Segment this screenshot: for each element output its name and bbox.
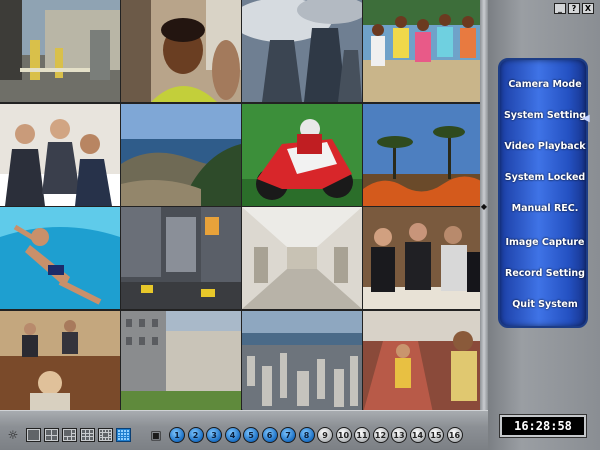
camera-channel-button-10[interactable]: 10	[335, 427, 352, 443]
brightness-icon[interactable]: ☼	[6, 428, 20, 442]
camera-channel-buttons: 1 2 3 4 5 6 7 8 9 10 11 12 13 14 15 16	[169, 427, 463, 443]
close-button[interactable]: X	[582, 3, 594, 14]
camera-view-3[interactable]	[242, 0, 362, 103]
menu-image-capture[interactable]: Image Capture	[500, 232, 590, 254]
layout-quad-button[interactable]	[44, 428, 59, 442]
camera-channel-button-7[interactable]: 7	[280, 427, 296, 443]
conference-room-scene	[0, 310, 120, 413]
camera-view-13[interactable]	[0, 310, 120, 414]
layout-thirteen-button[interactable]	[98, 428, 113, 442]
corridor-scene	[242, 207, 362, 309]
menu-system-locked[interactable]: System Locked	[500, 167, 590, 189]
camera-channel-button-14[interactable]: 14	[409, 427, 426, 443]
menu-quit-system[interactable]: Quit System	[500, 294, 590, 316]
layout-nine-button[interactable]	[80, 428, 95, 442]
group-beach-scene	[363, 0, 483, 102]
camera-channel-button-1[interactable]: 1	[169, 427, 185, 443]
layout-single-button[interactable]	[26, 428, 41, 442]
menu-record-setting[interactable]: Record Setting	[500, 263, 590, 285]
camera-channel-button-9[interactable]: 9	[317, 427, 333, 443]
camera-view-2[interactable]	[121, 0, 241, 103]
help-button[interactable]: ?	[568, 3, 580, 14]
building-plaza-scene	[121, 310, 241, 413]
camera-view-10[interactable]	[121, 207, 241, 310]
window-controls: _ ? X	[554, 3, 594, 14]
menu-selection-pointer-icon: ◀	[582, 113, 590, 124]
camera-view-12[interactable]	[363, 207, 483, 310]
camera-channel-button-8[interactable]: 8	[298, 427, 315, 443]
system-clock: 16:28:58	[499, 414, 587, 438]
industrial-gate-scene	[0, 0, 120, 102]
main-menu: Camera Mode System Setting Video Playbac…	[498, 58, 588, 328]
menu-video-playback[interactable]: Video Playback	[500, 136, 590, 158]
layout-six-button[interactable]	[62, 428, 77, 442]
bus-interior-scene	[363, 310, 483, 413]
camera-channel-button-11[interactable]: 11	[354, 427, 370, 443]
camera-view-11[interactable]	[242, 207, 362, 310]
bottom-toolbar: ☼ ▣ 1 2 3 4 5 6 7 8 9 10 11 12 13 14 15 16	[0, 410, 488, 450]
dvr-app: ◆ ▲ ☼ ▣ 12345678910111213141516 _ ? X Ca…	[0, 0, 600, 450]
camera-channel-button-16[interactable]: 16	[446, 427, 463, 443]
swimmer-scene	[0, 207, 120, 309]
layout-sixteen-button[interactable]	[116, 428, 131, 442]
camera-view-5[interactable]	[0, 103, 120, 207]
camera-channel-button-13[interactable]: 13	[391, 427, 407, 443]
camera-view-7[interactable]	[242, 103, 362, 207]
camera-view-9[interactable]	[0, 207, 120, 310]
camera-view-14[interactable]	[121, 310, 241, 414]
menu-camera-mode[interactable]: Camera Mode	[500, 74, 590, 96]
camera-view-16[interactable]	[363, 310, 483, 414]
cooling-towers-scene	[242, 0, 362, 102]
camera-channel-button-12[interactable]: 12	[372, 427, 389, 443]
camera-view-15[interactable]	[242, 310, 362, 414]
camera-view-8[interactable]	[363, 103, 483, 207]
business-meeting-scene	[0, 103, 120, 206]
camera-channel-button-6[interactable]: 6	[261, 427, 278, 443]
splitter-arrows-icon[interactable]: ◆	[480, 202, 488, 212]
minimize-button[interactable]: _	[554, 3, 566, 14]
camera-icon: ▣	[150, 428, 162, 442]
camera-view-1[interactable]	[0, 0, 120, 103]
city-street-scene	[121, 207, 241, 309]
menu-system-setting[interactable]: System Setting	[500, 105, 590, 127]
camera-view-4[interactable]	[363, 0, 483, 103]
camera-channel-button-2[interactable]: 2	[187, 427, 204, 443]
camera-channel-button-4[interactable]: 4	[224, 427, 241, 443]
coastline-scene	[121, 103, 241, 206]
camera-channel-button-3[interactable]: 3	[206, 427, 222, 443]
layout-selector	[26, 428, 131, 442]
aerial-city-scene	[242, 310, 362, 413]
camera-channel-button-5[interactable]: 5	[243, 427, 259, 443]
camera-grid	[0, 0, 483, 413]
motorcycle-race-scene	[242, 103, 362, 206]
menu-manual-rec[interactable]: Manual REC.	[500, 198, 590, 220]
camera-view-6[interactable]	[121, 103, 241, 207]
camera-channel-button-15[interactable]: 15	[428, 427, 444, 443]
savanna-fire-scene	[363, 103, 483, 206]
dinner-party-scene	[363, 207, 483, 309]
smiling-woman-scene	[121, 0, 241, 102]
